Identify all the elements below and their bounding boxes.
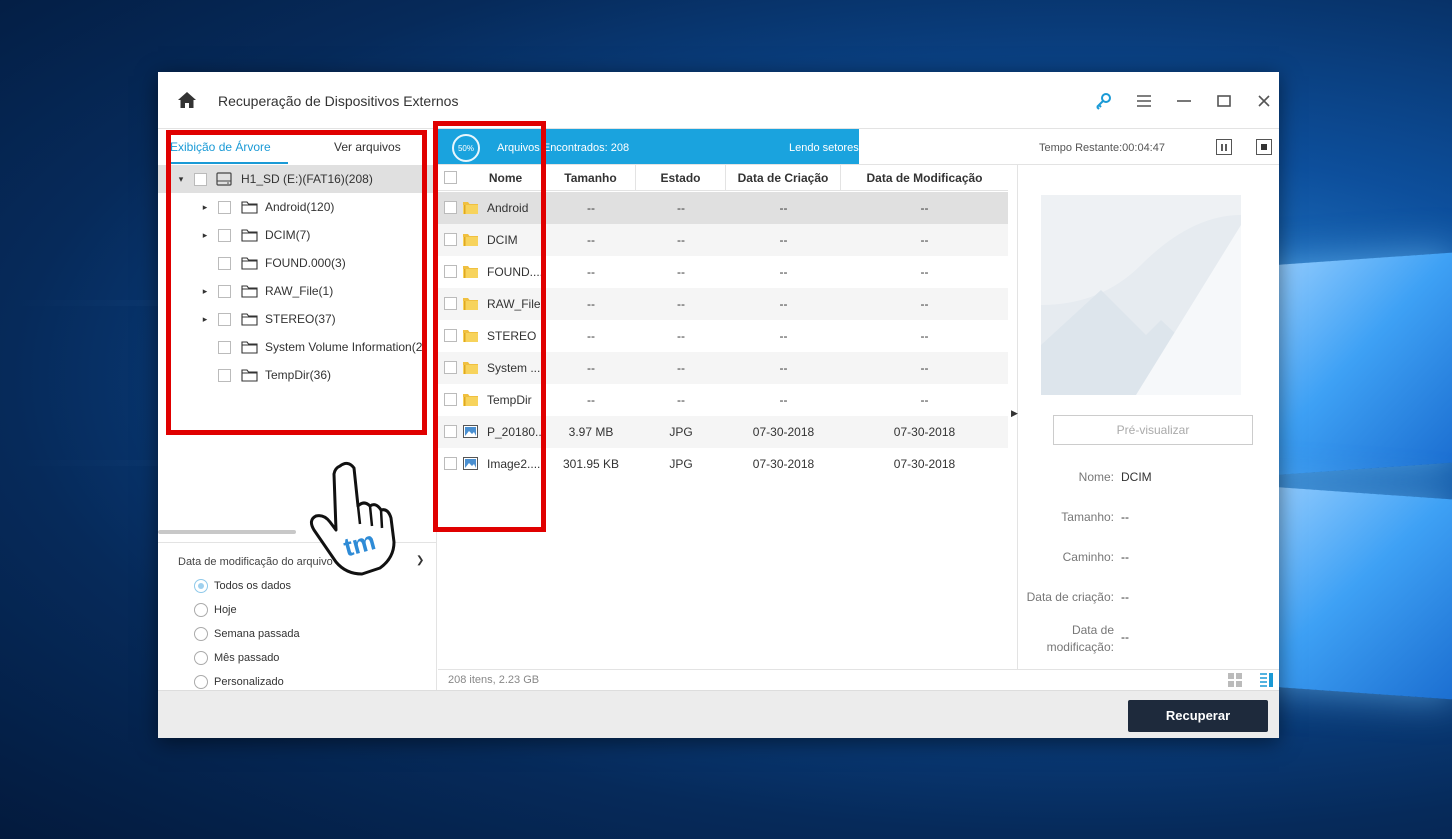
cell-size: 301.95 KB (562, 457, 620, 471)
cell-modified: -- (920, 393, 929, 407)
cell-modified: 07-30-2018 (893, 457, 956, 471)
cell-state: -- (677, 233, 685, 247)
status-bar: 208 itens, 2.23 GB (438, 669, 1279, 690)
meta-value-modified: -- (1121, 630, 1129, 644)
radio-button[interactable] (194, 651, 208, 665)
column-size[interactable]: Tamanho (546, 165, 636, 191)
time-remaining: Tempo Restante:00:04:47 (1039, 142, 1165, 154)
maximize-icon[interactable] (1213, 90, 1235, 112)
cell-created: -- (779, 233, 788, 247)
window-title: Recuperação de Dispositivos Externos (218, 93, 459, 109)
cell-size: 3.97 MB (568, 425, 614, 439)
grid-view-icon[interactable] (1228, 673, 1242, 687)
meta-label-name: Nome: (1078, 470, 1114, 484)
meta-value-path: -- (1121, 550, 1129, 564)
radio-label: Mês passado (214, 652, 280, 664)
stop-icon[interactable] (1256, 139, 1272, 155)
meta-label-path: Caminho: (1062, 550, 1114, 564)
pause-icon[interactable] (1216, 139, 1232, 155)
radio-button[interactable] (194, 627, 208, 641)
meta-label-modified: Data de modificação: (1046, 623, 1114, 654)
cell-size: -- (587, 297, 595, 311)
preview-pane: Pré-visualizar Nome: DCIM Tamanho: -- Ca… (1018, 165, 1279, 669)
home-icon[interactable] (178, 92, 196, 108)
cell-created: 07-30-2018 (752, 457, 815, 471)
column-created[interactable]: Data de Criação (726, 165, 841, 191)
cell-modified: -- (920, 297, 929, 311)
caret-right-icon[interactable]: ▶ (1011, 408, 1018, 419)
cell-state: -- (677, 297, 685, 311)
cell-state: -- (677, 201, 685, 215)
meta-label-size: Tamanho: (1061, 510, 1114, 524)
item-count: 208 itens, 2.23 GB (448, 674, 540, 686)
cell-created: -- (779, 201, 788, 215)
radio-label: Personalizado (214, 676, 284, 688)
radio-today[interactable]: Hoje (194, 603, 237, 617)
meta-value-created: -- (1121, 590, 1129, 604)
radio-custom[interactable]: Personalizado (194, 675, 284, 689)
radio-last-month[interactable]: Mês passado (194, 651, 279, 665)
column-state[interactable]: Estado (636, 165, 726, 191)
radio-last-week[interactable]: Semana passada (194, 627, 300, 641)
radio-button[interactable] (194, 675, 208, 689)
cell-size: -- (587, 201, 595, 215)
cell-size: -- (587, 329, 595, 343)
close-icon[interactable] (1253, 90, 1275, 112)
cell-modified: -- (920, 329, 929, 343)
cell-state: -- (677, 393, 685, 407)
sectors-read: Lendo setores:0/0 (789, 142, 878, 154)
cell-modified: -- (920, 201, 929, 215)
cell-state: JPG (669, 425, 693, 439)
cell-created: -- (779, 361, 788, 375)
meta-value-size: -- (1121, 510, 1129, 524)
radio-label: Semana passada (214, 628, 300, 640)
cell-modified: -- (920, 233, 929, 247)
footer-bar: Recuperar (158, 690, 1279, 738)
cell-size: -- (587, 393, 595, 407)
cell-modified: 07-30-2018 (893, 425, 956, 439)
cell-size: -- (587, 265, 595, 279)
cell-created: -- (779, 329, 788, 343)
recover-button[interactable]: Recuperar (1128, 700, 1268, 732)
scan-progress: 50% Arquivos Encontrados: 208 Lendo seto… (438, 129, 1279, 165)
column-modified[interactable]: Data de Modificação (841, 165, 1008, 191)
cell-modified: -- (920, 361, 929, 375)
meta-label-created: Data de criação: (1026, 590, 1114, 604)
meta-value-name: DCIM (1121, 470, 1152, 484)
cell-created: -- (779, 297, 788, 311)
cell-state: -- (677, 361, 685, 375)
cell-created: 07-30-2018 (752, 425, 815, 439)
minimize-icon[interactable] (1173, 90, 1195, 112)
cell-state: JPG (669, 457, 693, 471)
chevron-down-icon[interactable]: ❯ (416, 555, 424, 566)
preview-button[interactable]: Pré-visualizar (1053, 415, 1253, 445)
menu-icon[interactable] (1133, 90, 1155, 112)
radio-button[interactable] (194, 603, 208, 617)
preview-placeholder-image (1041, 195, 1241, 395)
cell-state: -- (677, 265, 685, 279)
cell-size: -- (587, 233, 595, 247)
radio-all-data[interactable]: Todos os dados (194, 579, 291, 593)
radio-label: Hoje (214, 604, 237, 616)
cell-created: -- (779, 393, 788, 407)
horizontal-scrollbar[interactable] (158, 530, 296, 534)
annotation-box-tree (166, 130, 427, 435)
list-view-icon[interactable] (1260, 673, 1274, 687)
cell-state: -- (677, 329, 685, 343)
cell-modified: -- (920, 265, 929, 279)
pointing-hand-icon: tm (309, 461, 396, 576)
radio-label: Todos os dados (214, 580, 292, 592)
cell-created: -- (779, 265, 788, 279)
title-bar: Recuperação de Dispositivos Externos (158, 72, 1279, 129)
key-icon[interactable] (1093, 90, 1115, 112)
radio-button[interactable] (194, 579, 208, 593)
cell-size: -- (587, 361, 595, 375)
annotation-box-names (433, 121, 546, 532)
